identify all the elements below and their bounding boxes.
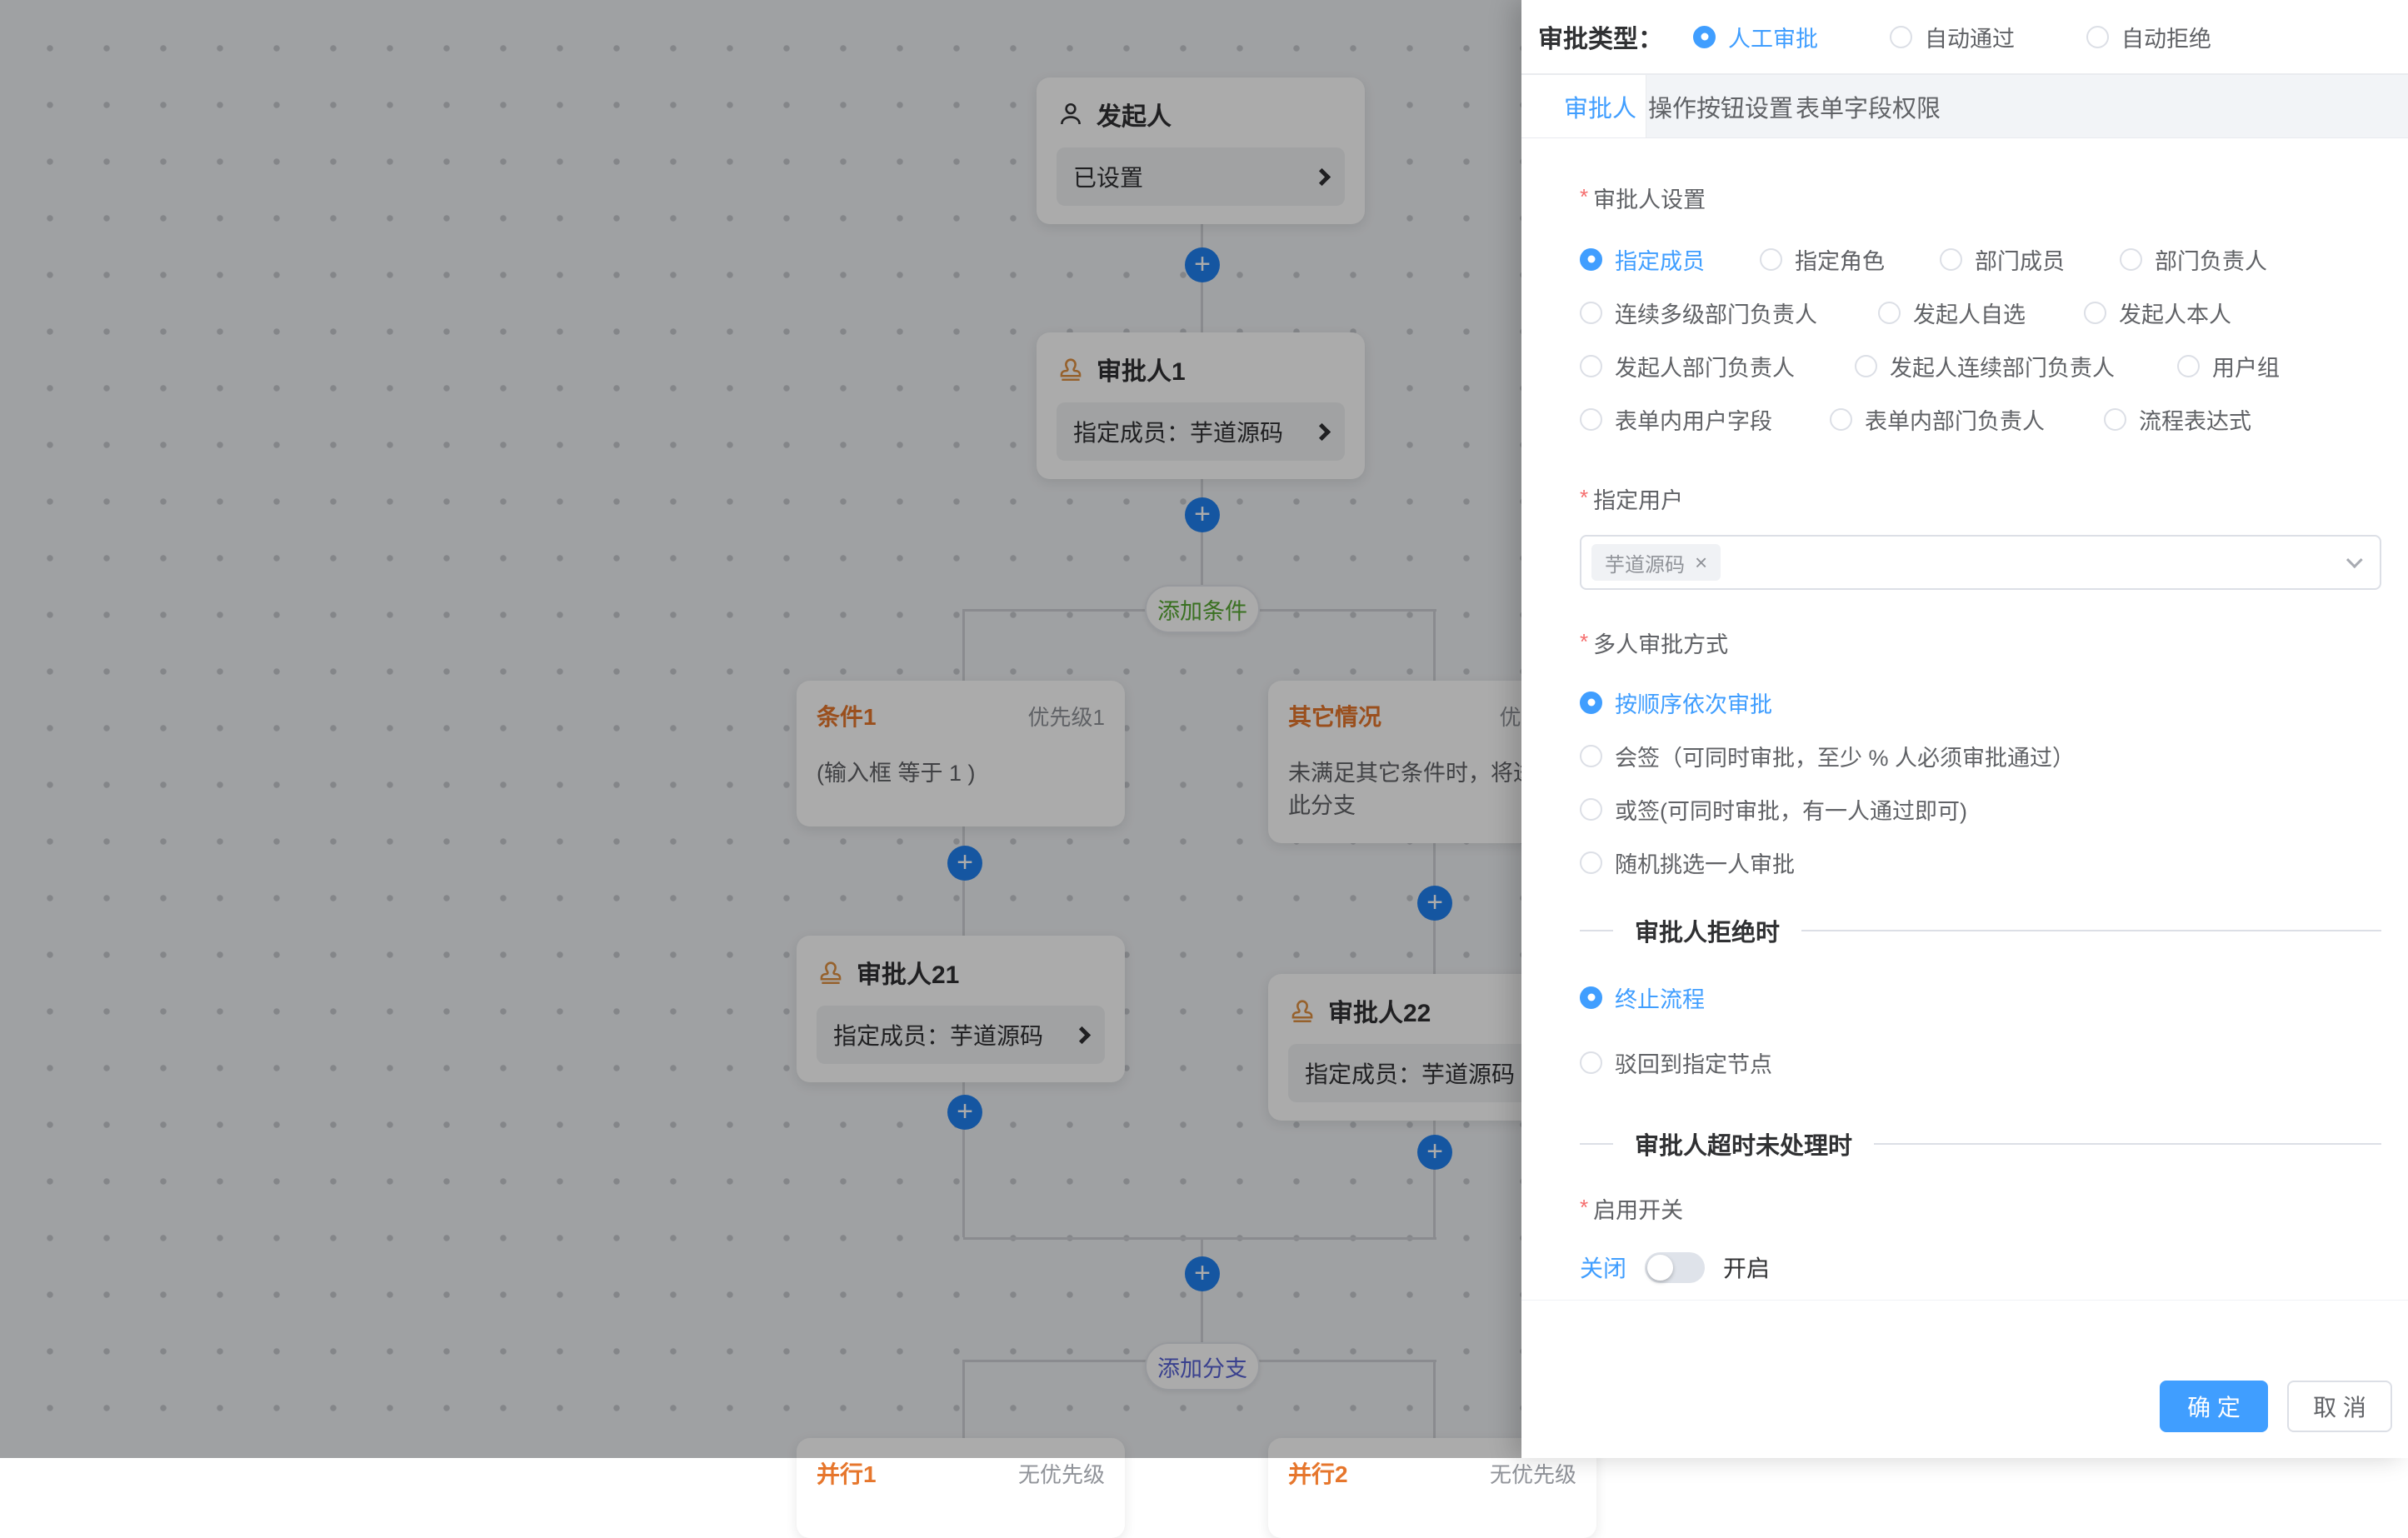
radio-or-sign[interactable]: 或签(可同时审批，有一人通过即可) xyxy=(1580,793,1967,826)
radio-icon xyxy=(1940,248,1962,271)
parallel-priority: 无优先级 xyxy=(1490,1458,1576,1489)
radio-icon xyxy=(1580,355,1602,377)
radio-countersign[interactable]: 会签（可同时审批，至少 % 人必须审批通过） xyxy=(1580,740,2075,772)
radio-random-one[interactable]: 随机挑选一人审批 xyxy=(1580,846,1795,879)
radio-icon xyxy=(1580,302,1602,324)
radio-icon xyxy=(1580,798,1602,821)
radio-auto-reject[interactable]: 自动拒绝 xyxy=(2086,21,2211,53)
radio-auto-approve[interactable]: 自动通过 xyxy=(1890,21,2015,53)
multi-approve-option: 或签(可同时审批，有一人通过即可) xyxy=(1580,792,2381,826)
section-divider: 审批人拒绝时 xyxy=(1580,916,2381,946)
approver-setting-row: 发起人部门负责人 发起人连续部门负责人 用户组 xyxy=(1580,349,2381,382)
radio-initiator-dept-leader[interactable]: 发起人部门负责人 xyxy=(1580,350,1855,382)
radio-manual-approval[interactable]: 人工审批 xyxy=(1693,21,1818,53)
radio-terminate-process[interactable]: 终止流程 xyxy=(1580,981,1705,1014)
parallel-title: 并行1 xyxy=(817,1456,877,1490)
multi-approve-label: * 多人审批方式 xyxy=(1580,627,2381,659)
radio-icon xyxy=(1580,1051,1602,1074)
radio-initiator-self[interactable]: 发起人本人 xyxy=(2084,297,2231,329)
approver-setting-label: * 审批人设置 xyxy=(1580,182,2381,214)
multi-approve-option: 按顺序依次审批 xyxy=(1580,686,2381,719)
radio-multi-level-dept-leader[interactable]: 连续多级部门负责人 xyxy=(1580,297,1878,329)
required-asterisk: * xyxy=(1580,627,1588,657)
assign-user-label: * 指定用户 xyxy=(1580,482,2381,515)
reject-section-title: 审批人拒绝时 xyxy=(1613,913,1801,948)
radio-user-group[interactable]: 用户组 xyxy=(2177,350,2280,382)
enable-toggle[interactable] xyxy=(1645,1252,1705,1283)
user-tag-text: 芋道源码 xyxy=(1605,548,1685,577)
radio-icon xyxy=(1890,26,1912,48)
tab-spacer xyxy=(1521,75,1555,137)
parallel-title: 并行2 xyxy=(1288,1456,1348,1490)
required-asterisk: * xyxy=(1580,482,1588,512)
tab-approver[interactable]: 审批人 xyxy=(1555,75,1646,137)
assign-user-select[interactable]: 芋道源码 × xyxy=(1580,535,2381,590)
approver-settings-panel: 审批类型： 人工审批 自动通过 自动拒绝 审批人 操作按钮设置 表单字段权限 * xyxy=(1521,0,2408,1458)
switch-off-label: 关闭 xyxy=(1580,1251,1626,1284)
tab-action-buttons[interactable]: 操作按钮设置 xyxy=(1646,75,1795,137)
radio-icon xyxy=(2084,302,2106,324)
toggle-knob xyxy=(1647,1255,1673,1281)
radio-icon xyxy=(1580,745,1602,767)
radio-icon xyxy=(2120,248,2142,271)
approver-setting-row: 连续多级部门负责人 发起人自选 发起人本人 xyxy=(1580,296,2381,329)
required-asterisk: * xyxy=(1580,182,1588,212)
approver-setting-row: 表单内用户字段 表单内部门负责人 流程表达式 xyxy=(1580,402,2381,436)
section-divider: 审批人超时未处理时 xyxy=(1580,1129,2381,1159)
radio-icon xyxy=(1760,248,1782,271)
timeout-section-title: 审批人超时未处理时 xyxy=(1613,1126,1874,1161)
confirm-button[interactable]: 确 定 xyxy=(2160,1381,2268,1432)
radio-assign-role[interactable]: 指定角色 xyxy=(1760,243,1940,276)
radio-icon xyxy=(1580,692,1602,714)
radio-icon xyxy=(2104,408,2126,431)
chevron-down-icon xyxy=(2346,552,2363,568)
radio-icon xyxy=(1580,851,1602,874)
radio-label: 自动通过 xyxy=(1925,21,2015,53)
panel-body[interactable]: * 审批人设置 指定成员 指定角色 部门成员 部门负责人 连续多级部门负责人 发… xyxy=(1521,138,2408,1299)
radio-icon xyxy=(1580,248,1602,271)
reject-option: 终止流程 xyxy=(1580,981,2381,1014)
radio-icon xyxy=(1855,355,1877,377)
radio-process-expression[interactable]: 流程表达式 xyxy=(2104,403,2251,436)
tab-form-field-permissions[interactable]: 表单字段权限 xyxy=(1795,75,1941,137)
panel-footer: 确 定 取 消 xyxy=(1521,1300,2408,1458)
approval-type-label: 审批类型： xyxy=(1538,18,1663,55)
radio-dept-leader[interactable]: 部门负责人 xyxy=(2120,243,2267,276)
user-tag: 芋道源码 × xyxy=(1591,544,1721,581)
radio-icon xyxy=(1580,986,1602,1009)
approval-type-row: 审批类型： 人工审批 自动通过 自动拒绝 xyxy=(1521,0,2408,73)
radio-assign-member[interactable]: 指定成员 xyxy=(1580,243,1760,276)
parallel-priority: 无优先级 xyxy=(1018,1458,1105,1489)
radio-icon xyxy=(2086,26,2109,48)
radio-initiator-choose[interactable]: 发起人自选 xyxy=(1878,297,2084,329)
radio-initiator-multi-dept-leader[interactable]: 发起人连续部门负责人 xyxy=(1855,350,2177,382)
radio-icon xyxy=(2177,355,2200,377)
multi-approve-option: 会签（可同时审批，至少 % 人必须审批通过） xyxy=(1580,739,2381,772)
radio-form-user-field[interactable]: 表单内用户字段 xyxy=(1580,403,1830,436)
cancel-button[interactable]: 取 消 xyxy=(2287,1381,2392,1432)
enable-switch-row: 关闭 开启 xyxy=(1580,1248,2381,1286)
panel-tabs: 审批人 操作按钮设置 表单字段权限 xyxy=(1521,73,2408,138)
radio-icon xyxy=(1830,408,1852,431)
radio-sequential-approve[interactable]: 按顺序依次审批 xyxy=(1580,687,1772,719)
radio-label: 自动拒绝 xyxy=(2121,21,2211,53)
switch-on-label: 开启 xyxy=(1723,1251,1770,1284)
multi-approve-option: 随机挑选一人审批 xyxy=(1580,846,2381,879)
radio-icon xyxy=(1878,302,1901,324)
required-asterisk: * xyxy=(1580,1192,1588,1222)
radio-return-to-node[interactable]: 驳回到指定节点 xyxy=(1580,1046,1772,1079)
radio-dept-member[interactable]: 部门成员 xyxy=(1940,243,2120,276)
radio-form-dept-leader[interactable]: 表单内部门负责人 xyxy=(1830,403,2104,436)
tag-close-icon[interactable]: × xyxy=(1695,552,1707,573)
radio-label: 人工审批 xyxy=(1728,21,1818,53)
radio-icon xyxy=(1693,26,1716,48)
reject-option: 驳回到指定节点 xyxy=(1580,1046,2381,1079)
approver-setting-row: 指定成员 指定角色 部门成员 部门负责人 xyxy=(1580,242,2381,276)
radio-icon xyxy=(1580,408,1602,431)
enable-switch-label: * 启用开关 xyxy=(1580,1192,2381,1225)
